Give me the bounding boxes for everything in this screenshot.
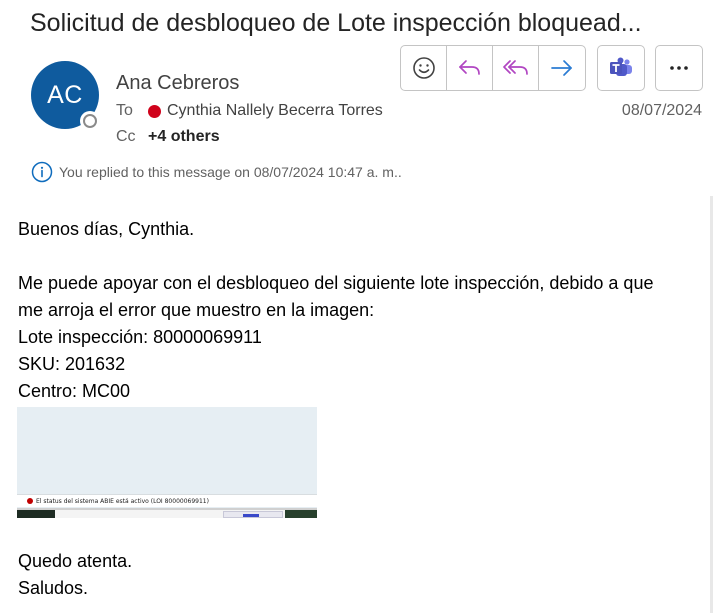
email-body: Buenos días, Cynthia. Me puede apoyar co… xyxy=(18,216,708,405)
presence-status-icon xyxy=(80,111,100,131)
closing-line: Saludos. xyxy=(18,578,89,598)
body-greeting: Buenos días, Cynthia. xyxy=(18,219,195,239)
body-line: me arroja el error que muestro en la ima… xyxy=(18,300,375,320)
forward-button[interactable] xyxy=(539,46,585,90)
body-line: Me puede apoyar con el desbloqueo del si… xyxy=(18,273,654,293)
forward-arrow-icon xyxy=(551,60,572,76)
body-centro: Centro: MC00 xyxy=(18,381,131,401)
replied-notice-text: You replied to this message on 08/07/202… xyxy=(59,164,402,180)
busy-presence-icon xyxy=(148,104,161,118)
info-icon xyxy=(31,161,53,183)
image-taskbar xyxy=(17,508,317,518)
cc-others-link[interactable]: +4 others xyxy=(148,126,220,148)
cc-label: Cc xyxy=(116,128,136,145)
teams-icon xyxy=(610,57,632,76)
to-label: To xyxy=(116,102,133,119)
avatar-initials: AC xyxy=(47,80,83,109)
body-sku: SKU: 201632 xyxy=(18,354,126,374)
replied-notice: You replied to this message on 08/07/202… xyxy=(31,161,402,183)
image-status-text: El status del sistema ABIE está activo (… xyxy=(36,497,209,505)
share-to-teams-button[interactable] xyxy=(597,45,645,91)
reply-all-button[interactable] xyxy=(493,46,539,90)
email-date: 08/07/2024 xyxy=(621,102,702,119)
to-recipient[interactable]: Cynthia Nallely Becerra Torres xyxy=(167,100,383,122)
closing-line: Quedo atenta. xyxy=(18,551,133,571)
emoji-react-button[interactable] xyxy=(401,46,447,90)
reply-button[interactable] xyxy=(447,46,493,90)
smiley-icon xyxy=(412,57,435,79)
email-closing: Quedo atenta. Saludos. xyxy=(18,548,132,602)
cc-row: Cc +4 others xyxy=(116,126,220,148)
error-screenshot-image[interactable]: El status del sistema ABIE está activo (… xyxy=(17,407,317,518)
body-lote: Lote inspección: 80000069911 xyxy=(18,327,262,347)
message-actions-toolbar xyxy=(400,45,586,91)
reply-arrow-icon xyxy=(458,60,480,75)
ellipsis-icon xyxy=(670,66,688,70)
sender-name[interactable]: Ana Cebreros xyxy=(116,70,239,96)
email-subject: Solicitud de desbloqueo de Lote inspecci… xyxy=(30,9,642,37)
error-icon xyxy=(27,498,33,504)
more-actions-button[interactable] xyxy=(655,45,703,91)
reply-all-arrow-icon xyxy=(502,60,528,75)
to-row: To Cynthia Nallely Becerra Torres xyxy=(116,100,383,122)
image-status-bar: El status del sistema ABIE está activo (… xyxy=(17,494,317,507)
